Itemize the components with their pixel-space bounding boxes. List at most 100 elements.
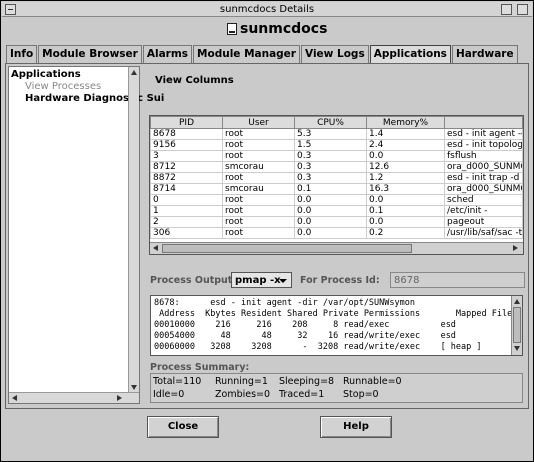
pmap-scroll-thumb[interactable] [513,307,521,343]
summary-runnable: Runnable=0 [343,376,402,387]
maximize-icon[interactable] [517,4,528,15]
title-bar[interactable]: sunmcdocs Details [2,2,532,17]
table-header-row: PID User CPU% Memory% [150,116,523,129]
summary-traced: Traced=1 [279,389,325,400]
table-row[interactable]: 8714 smcorau 0.1 16.3 ora_d000_SUNMC [150,183,523,195]
cell-user: root [222,128,295,140]
table-row[interactable]: 8678 root 5.3 1.4 esd - init agent -d [150,128,523,140]
cell-user: root [222,227,295,239]
process-id-field[interactable]: 8678 [390,272,525,288]
tree-item-view-processes[interactable]: View Processes [25,81,101,92]
process-output-label: Process Output: [150,275,237,286]
table-scroll-thumb[interactable] [162,244,412,253]
process-output-value: pmap -x [235,275,281,286]
pmap-vertical-scrollbar[interactable] [511,296,522,355]
process-output-select[interactable]: pmap -x [231,272,292,288]
column-header-command[interactable] [444,116,523,129]
summary-sleeping: Sleeping=8 [279,376,335,387]
chevron-down-icon [279,279,287,283]
scroll-up-icon[interactable] [514,299,520,304]
tab-bar: Info Module Browser Alarms Module Manage… [6,45,519,64]
close-button[interactable]: Close [147,416,219,438]
table-row[interactable]: 0 root 0.0 0.0 sched [150,194,523,206]
tree-root-applications[interactable]: Applications [11,69,81,80]
column-header-user[interactable]: User [222,116,295,129]
column-header-pid[interactable]: PID [150,116,223,129]
table-row[interactable]: 2 root 0.0 0.0 pageout [150,216,523,228]
table-row[interactable]: 306 root 0.0 0.2/usr/lib/saf/sac -t [150,227,523,239]
summary-zombies: Zombies=0 [215,389,271,400]
tab-view-logs[interactable]: View Logs [301,45,369,63]
cell-pid: 0 [150,194,223,206]
scroll-down-icon[interactable] [514,346,520,351]
applications-panel: Applications View Processes Hardware Dia… [5,63,529,409]
cell-user: root [222,194,295,206]
scroll-right-icon[interactable] [513,245,518,251]
column-header-cpu[interactable]: CPU% [294,116,367,129]
cell-pid: 306 [150,227,223,239]
cell-pid: 3 [150,150,223,162]
host-label: sunmcdocs [227,21,327,37]
help-button[interactable]: Help [320,416,392,438]
tree-vertical-scrollbar[interactable] [128,67,139,393]
summary-running: Running=1 [215,376,268,387]
cell-cpu: 0.0 [294,205,367,217]
minimize-icon[interactable] [501,4,512,15]
cell-command: pageout [444,216,523,228]
cell-cpu: 0.3 [294,172,367,184]
scroll-down-icon[interactable] [131,385,137,390]
pmap-line: 00010000 216 216 208 8 read/exec esd [154,320,456,330]
cell-command: esd - init topology [444,139,523,151]
cell-command: sched [444,194,523,206]
cell-cpu: 0.0 [294,216,367,228]
tab-hardware[interactable]: Hardware [451,45,518,63]
tree-horizontal-scrollbar[interactable] [9,392,139,403]
cell-command: ora_d000_SUNMC [444,183,523,195]
cell-command: esd - init agent -d [444,128,523,140]
host-name: sunmcdocs [240,21,328,37]
applications-tree: Applications View Processes Hardware Dia… [8,66,164,404]
scroll-left-icon[interactable] [12,395,17,401]
summary-total: Total=110 [153,376,202,387]
summary-idle: Idle=0 [153,389,185,400]
tab-applications[interactable]: Applications [369,45,451,64]
column-header-memory[interactable]: Memory% [366,116,445,129]
pmap-output-area[interactable]: 8678: esd - init agent -dir /var/opt/SUN… [150,295,523,356]
cell-memory: 0.2 [366,227,445,239]
cell-memory: 12.6 [366,161,445,173]
table-row[interactable]: 1 root 0.0 0.1/etc/init - [150,205,523,217]
cell-pid: 1 [150,205,223,217]
pmap-line: 00054000 48 48 32 16 read/write/exec esd [154,331,456,341]
cell-cpu: 0.3 [294,150,367,162]
cell-command: /usr/lib/saf/sac -t [444,227,523,239]
view-columns-button[interactable]: View Columns [152,73,237,88]
cell-memory: 0.1 [366,205,445,217]
cell-cpu: 0.3 [294,161,367,173]
table-horizontal-scrollbar[interactable] [150,242,523,254]
cell-memory: 1.4 [366,128,445,140]
cell-cpu: 0.0 [294,194,367,206]
table-row[interactable]: 8872 root 0.3 1.2 esd - init trap -d [150,172,523,184]
process-table: PID User CPU% Memory% 8678 root 5.3 1.4 esd … [149,115,524,255]
table-row[interactable]: 9156 root 1.5 2.4 esd - init topology [150,139,523,151]
cell-memory: 1.2 [366,172,445,184]
pmap-line: 8678: esd - init agent -dir /var/opt/SUN… [154,298,415,308]
tab-module-browser[interactable]: Module Browser [38,45,142,63]
scroll-right-icon[interactable] [117,395,122,401]
scroll-left-icon[interactable] [153,245,158,251]
process-table-grid: PID User CPU% Memory% 8678 root 5.3 1.4 esd … [150,116,523,239]
cell-command: ora_d000_SUNMC [444,161,523,173]
tab-module-manager[interactable]: Module Manager [193,45,300,63]
cell-user: root [222,172,295,184]
tab-alarms[interactable]: Alarms [142,45,193,63]
cell-command: fsflush [444,150,523,162]
process-area: View Columns PID User CPU% Memory% 8678 … [144,66,526,406]
cell-memory: 0.0 [366,216,445,228]
scroll-up-icon[interactable] [131,70,137,75]
table-row[interactable]: 8712 smcorau 0.3 12.6 ora_d000_SUNMC [150,161,523,173]
process-summary-box: Total=110 Running=1 Sleeping=8 Runnable=… [150,373,523,403]
table-row[interactable]: 3 root 0.3 0.0 fsflush [150,150,523,162]
tab-info[interactable]: Info [6,45,38,63]
pmap-line: Address Kbytes Resident Shared Private P… [154,309,513,319]
cell-pid: 2 [150,216,223,228]
